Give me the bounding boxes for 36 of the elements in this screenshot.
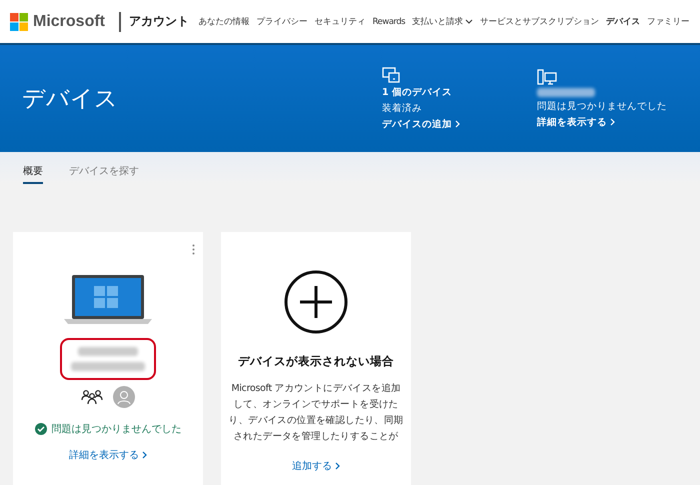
nav-link[interactable]: 支払いと請求 xyxy=(412,16,474,28)
add-link[interactable]: 追加する xyxy=(292,459,340,473)
avatar-icon xyxy=(113,386,135,408)
brand-name: Microsoft xyxy=(33,12,105,30)
tab[interactable]: デバイスを探す xyxy=(69,164,139,184)
status-text: 問題は見つかりませんでした xyxy=(52,423,182,436)
summary-link[interactable]: 詳細を表示する xyxy=(537,116,692,128)
chevron-right-icon xyxy=(142,451,147,459)
nav-link[interactable]: あなたの情報 xyxy=(198,16,250,28)
device-count: 1 個のデバイス xyxy=(382,86,453,98)
nav-link[interactable]: Rewards xyxy=(372,16,406,26)
check-circle-icon xyxy=(34,423,46,435)
card-description: Microsoft アカウントにデバイスを追加して、オンラインでサポートを受けたり、デバイスの位置を確認したり、同期されたデータを管理したりすることが xyxy=(228,382,404,444)
desktop-computer-icon xyxy=(537,68,557,84)
blurred-device-name xyxy=(78,347,138,356)
chevron-right-icon xyxy=(610,118,615,126)
microsoft-logo-icon xyxy=(10,12,28,30)
page-title: デバイス xyxy=(22,85,119,114)
people-icon xyxy=(81,389,103,405)
summary-link[interactable]: デバイスの追加 xyxy=(382,118,537,130)
add-circle-icon[interactable] xyxy=(284,270,348,334)
nav-link[interactable]: セキュリティ xyxy=(314,16,366,28)
chevron-right-icon xyxy=(335,462,340,470)
section-title: アカウント xyxy=(129,13,189,30)
nav-link[interactable]: デバイス xyxy=(606,16,640,28)
summary-subtext: 装着済み xyxy=(382,102,423,114)
nav-link[interactable]: サービスとサブスクリプション xyxy=(480,16,600,28)
nav-link[interactable]: プライバシー xyxy=(256,16,308,28)
tab[interactable]: 概要 xyxy=(23,164,43,184)
more-options-icon[interactable] xyxy=(192,244,195,255)
summary-subtext: 問題は見つかりませんでした xyxy=(537,100,668,112)
details-link[interactable]: 詳細を表示する xyxy=(69,448,147,462)
devices-icon xyxy=(382,66,400,82)
card-title: デバイスが表示されない場合 xyxy=(238,354,394,369)
chevron-right-icon xyxy=(455,120,460,128)
nav-link[interactable]: ファミリー xyxy=(647,16,690,28)
